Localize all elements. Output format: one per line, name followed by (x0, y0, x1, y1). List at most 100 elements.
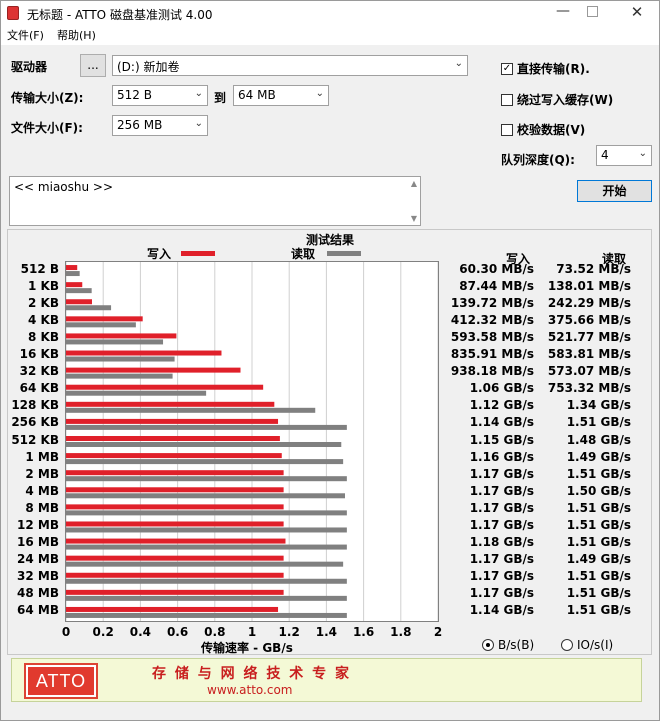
row-size-label: 128 KB (11, 398, 59, 413)
direct-io-checkbox[interactable]: ✓ 直接传输(R). (501, 60, 590, 77)
write-speed-value: 1.14 GB/s (469, 415, 534, 430)
read-speed-value: 138.01 MB/s (547, 278, 631, 293)
close-icon[interactable]: ✕ (627, 3, 647, 21)
read-speed-value: 521.77 MB/s (547, 329, 631, 344)
write-bar (66, 589, 284, 595)
verify-label: 校验数据(V) (517, 123, 586, 137)
read-bar (66, 305, 112, 311)
drive-select[interactable]: (D:) 新加卷 ⌄ (112, 55, 468, 76)
write-speed-value: 139.72 MB/s (450, 295, 534, 310)
row-size-label: 256 KB (11, 415, 59, 430)
file-size-label: 文件大小(F): (11, 121, 83, 135)
write-bar (66, 555, 284, 561)
read-bar (66, 612, 347, 618)
scroll-down-icon[interactable]: ▼ (411, 214, 417, 223)
read-speed-value: 1.34 GB/s (566, 398, 631, 413)
transfer-to-value: 64 MB (238, 88, 276, 102)
scroll-up-icon[interactable]: ▲ (411, 179, 417, 188)
row-size-label: 64 MB (17, 603, 59, 618)
write-speed-value: 1.17 GB/s (469, 569, 534, 584)
unit-io-radio[interactable]: IO/s(I) (561, 638, 613, 652)
chevron-down-icon: ⌄ (315, 88, 324, 99)
write-speed-value: 412.32 MB/s (450, 312, 534, 327)
legend-write-label: 写入 (147, 247, 172, 261)
read-bar (66, 578, 347, 584)
legend-read-swatch (327, 251, 361, 256)
row-size-label: 24 MB (17, 552, 59, 567)
minimize-icon[interactable]: — (553, 3, 573, 19)
write-bar (66, 350, 222, 356)
read-speed-value: 573.07 MB/s (547, 364, 631, 379)
footer-banner: ATTO 存 储 与 网 络 技 术 专 家 www.atto.com (11, 658, 642, 702)
read-bar (66, 595, 347, 601)
transfer-to-select[interactable]: 64 MB ⌄ (233, 85, 329, 106)
write-bar (66, 401, 275, 407)
read-bar (66, 356, 175, 362)
row-size-label: 64 KB (19, 381, 59, 396)
read-bar (66, 288, 92, 294)
read-bar (66, 476, 347, 482)
write-bar (66, 265, 78, 271)
write-speed-value: 1.17 GB/s (469, 500, 534, 515)
footer-url[interactable]: www.atto.com (207, 683, 293, 697)
menu-bar: 文件(F) 帮助(H) (1, 25, 659, 45)
read-speed-value: 1.51 GB/s (566, 569, 631, 584)
row-size-label: 32 KB (19, 364, 59, 379)
write-bar (66, 436, 280, 441)
app-icon (7, 6, 19, 20)
write-bar (66, 367, 241, 373)
write-bar (66, 282, 83, 288)
checkbox-checked-icon: ✓ (501, 62, 513, 75)
unit-bytes-label: B/s(B) (498, 638, 535, 652)
menu-file[interactable]: 文件(F) (7, 27, 44, 43)
read-bar (66, 527, 347, 533)
chart-svg (65, 262, 439, 621)
x-tick-label: 1.4 (315, 625, 338, 639)
x-tick-label: 0.2 (92, 625, 114, 639)
write-speed-value: 1.12 GB/s (469, 398, 534, 413)
row-size-label: 4 MB (25, 483, 59, 498)
read-speed-value: 1.49 GB/s (566, 449, 631, 464)
write-bar (66, 453, 282, 459)
write-speed-value: 1.17 GB/s (469, 466, 534, 481)
window-title: 无标题 - ATTO 磁盘基准测试 4.00 (27, 8, 213, 22)
read-speed-value: 73.52 MB/s (556, 261, 631, 276)
write-bar (66, 333, 177, 339)
row-size-label: 2 MB (25, 466, 59, 481)
bypass-cache-label: 绕过写入缓存(W) (517, 93, 614, 107)
read-speed-value: 753.32 MB/s (547, 381, 631, 396)
maximize-icon[interactable] (587, 6, 598, 17)
description-textarea[interactable]: << miaoshu >> ▲ ▼ (9, 176, 421, 226)
write-bar (66, 470, 284, 476)
to-label: 到 (214, 91, 227, 105)
row-size-label: 16 MB (17, 535, 59, 550)
read-speed-value: 1.51 GB/s (566, 586, 631, 601)
queue-depth-select[interactable]: 4 ⌄ (596, 145, 652, 166)
chevron-down-icon: ⌄ (194, 88, 203, 99)
menu-help[interactable]: 帮助(H) (57, 27, 96, 43)
write-bar (66, 418, 279, 424)
write-bar (66, 299, 92, 305)
write-bar (66, 316, 143, 322)
start-button[interactable]: 开始 (577, 180, 652, 202)
write-bar (66, 384, 264, 390)
file-size-value: 256 MB (117, 118, 163, 132)
row-size-label: 48 MB (17, 586, 59, 601)
queue-depth-value: 4 (601, 148, 609, 162)
browse-button[interactable]: ... (80, 54, 106, 77)
row-size-label: 8 MB (25, 500, 59, 515)
transfer-from-select[interactable]: 512 B ⌄ (112, 85, 208, 106)
radio-selected-icon (482, 639, 494, 651)
read-bar (66, 442, 342, 447)
read-bar (66, 407, 316, 413)
description-text: << miaoshu >> (14, 180, 114, 194)
write-bar (66, 538, 286, 544)
file-size-select[interactable]: 256 MB ⌄ (112, 115, 208, 136)
bypass-cache-checkbox[interactable]: 绕过写入缓存(W) (501, 91, 613, 108)
x-tick-label: 1.2 (278, 625, 300, 639)
read-bar (66, 373, 173, 379)
verify-checkbox[interactable]: 校验数据(V) (501, 121, 585, 138)
drive-label: 驱动器 (11, 60, 48, 74)
unit-bytes-radio[interactable]: B/s(B) (482, 638, 534, 652)
write-bar (66, 487, 284, 493)
